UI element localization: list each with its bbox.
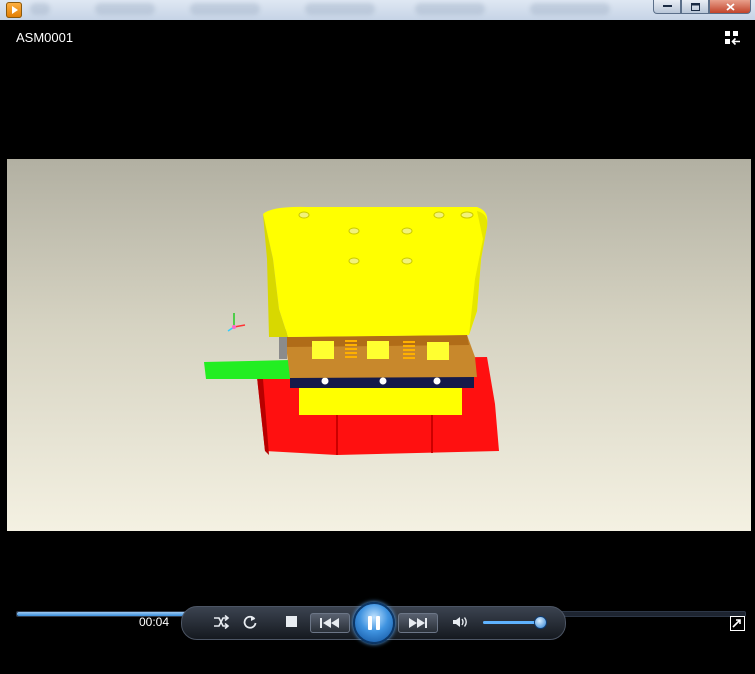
- green-guide-block: [204, 360, 293, 379]
- volume-icon[interactable]: [451, 612, 471, 632]
- blurred-background-element: [30, 3, 50, 15]
- fullscreen-icon[interactable]: [730, 616, 745, 631]
- blurred-background-element: [305, 3, 375, 15]
- window-controls: [653, 0, 751, 14]
- previous-icon[interactable]: [310, 613, 350, 633]
- blurred-background-element: [415, 3, 485, 15]
- close-icon[interactable]: [709, 0, 751, 14]
- media-player-window: ASM0001 00:04: [0, 0, 755, 674]
- minimize-icon[interactable]: [653, 0, 681, 14]
- video-title: ASM0001: [16, 30, 74, 45]
- repeat-icon[interactable]: [240, 612, 260, 632]
- player-frame: ASM0001: [6, 20, 751, 670]
- blurred-background-element: [95, 3, 155, 15]
- assembly-model: [204, 206, 499, 455]
- blurred-background-element: [190, 3, 260, 15]
- stop-icon[interactable]: [282, 612, 302, 632]
- blurred-background-element: [530, 3, 610, 15]
- upper-yellow-block: [263, 206, 488, 337]
- switch-to-library-icon[interactable]: [725, 31, 741, 46]
- shuffle-icon[interactable]: [211, 612, 231, 632]
- lower-yellow-block: [299, 387, 462, 415]
- title-bar[interactable]: [0, 0, 755, 20]
- video-frame-3d-assembly[interactable]: [7, 159, 751, 531]
- pause-icon[interactable]: [353, 602, 395, 644]
- current-time: 00:04: [139, 615, 170, 629]
- maximize-icon[interactable]: [681, 0, 709, 14]
- volume-slider-thumb[interactable]: [533, 616, 547, 629]
- coordinate-triad: [227, 313, 246, 332]
- volume-level: [483, 621, 539, 624]
- next-icon[interactable]: [398, 613, 438, 633]
- app-icon[interactable]: [6, 2, 22, 18]
